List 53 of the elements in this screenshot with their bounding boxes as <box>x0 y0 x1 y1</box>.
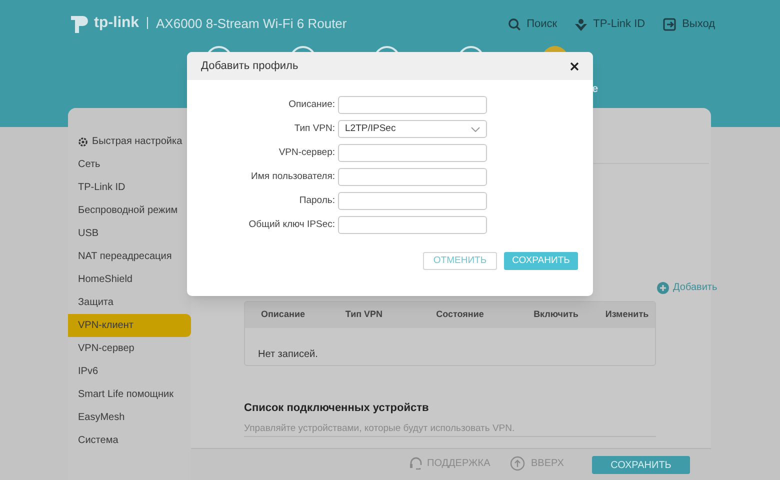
chevron-icon <box>471 126 480 132</box>
section-title: Список подключенных устройств <box>244 401 429 416</box>
arrow-up-icon <box>510 456 525 471</box>
sidebar-item[interactable]: Защита <box>68 291 191 314</box>
column-header: Изменить <box>604 308 650 322</box>
field-label: Имя пользователя: <box>250 170 336 184</box>
field-label: Описание: <box>288 98 336 112</box>
sidebar-item[interactable]: Сеть <box>68 153 191 176</box>
sidebar-item[interactable]: IPv6 <box>68 360 191 383</box>
field-label: Пароль: <box>298 194 336 208</box>
person-icon <box>575 18 588 31</box>
step-icon[interactable] <box>290 46 316 52</box>
headset-icon <box>409 456 423 471</box>
search-link[interactable]: Поиск <box>508 16 558 32</box>
account-link[interactable]: TP-Link ID <box>575 16 646 32</box>
section-description: Управляйте устройствами, которые будут использовать VPN. <box>244 422 515 436</box>
input-field[interactable] <box>338 144 487 162</box>
sidebar-item[interactable]: TP-Link ID <box>68 176 191 199</box>
field-label: Общий ключ IPSec: <box>248 218 336 232</box>
dialog-title: Добавить профиль <box>201 58 298 74</box>
field-label: Тип VPN: <box>293 122 336 136</box>
column-header: Описание <box>260 308 306 322</box>
sidebar-item[interactable]: Беспроводной режим <box>68 199 191 222</box>
sidebar-item[interactable]: Smart Life помощник <box>68 383 191 406</box>
sidebar-item[interactable]: Система <box>68 429 191 452</box>
router-model: AX6000 8-Stream Wi-Fi 6 Router <box>156 14 347 32</box>
input-field[interactable] <box>338 216 487 234</box>
step-icon[interactable] <box>374 46 400 52</box>
column-header: Состояние <box>435 308 485 322</box>
column-header: Включить <box>532 308 580 322</box>
column-header: Тип VPN <box>344 308 384 322</box>
empty-message: Нет записей. <box>258 349 318 360</box>
logout-icon <box>663 18 676 31</box>
input-field[interactable] <box>338 168 487 186</box>
brand-name: tp-link <box>94 13 139 33</box>
search-icon <box>508 18 521 31</box>
vpn-type-dropdown[interactable]: L2TP/IPSec <box>338 120 487 138</box>
sidebar-item[interactable]: USB <box>68 222 191 245</box>
sidebar-item[interactable]: VPN-клиент <box>68 314 191 337</box>
step-icon[interactable] <box>458 46 484 52</box>
logout-link[interactable]: Выход <box>663 16 715 32</box>
input-field[interactable] <box>338 96 487 114</box>
field-label: VPN-сервер: <box>278 146 336 160</box>
gear-icon <box>78 136 88 146</box>
sidebar-item[interactable]: EasyMesh <box>68 406 191 429</box>
sidebar-item[interactable]: VPN-сервер <box>68 337 191 360</box>
sidebar-item[interactable]: HomeShield <box>68 268 191 291</box>
close-icon[interactable] <box>570 62 579 70</box>
plus-icon <box>657 282 669 294</box>
sidebar-item[interactable]: NAT переадресация <box>68 245 191 268</box>
input-field[interactable] <box>338 192 487 210</box>
step-icon[interactable] <box>206 46 232 52</box>
sidebar-item[interactable]: Быстрая настройка <box>68 130 191 153</box>
